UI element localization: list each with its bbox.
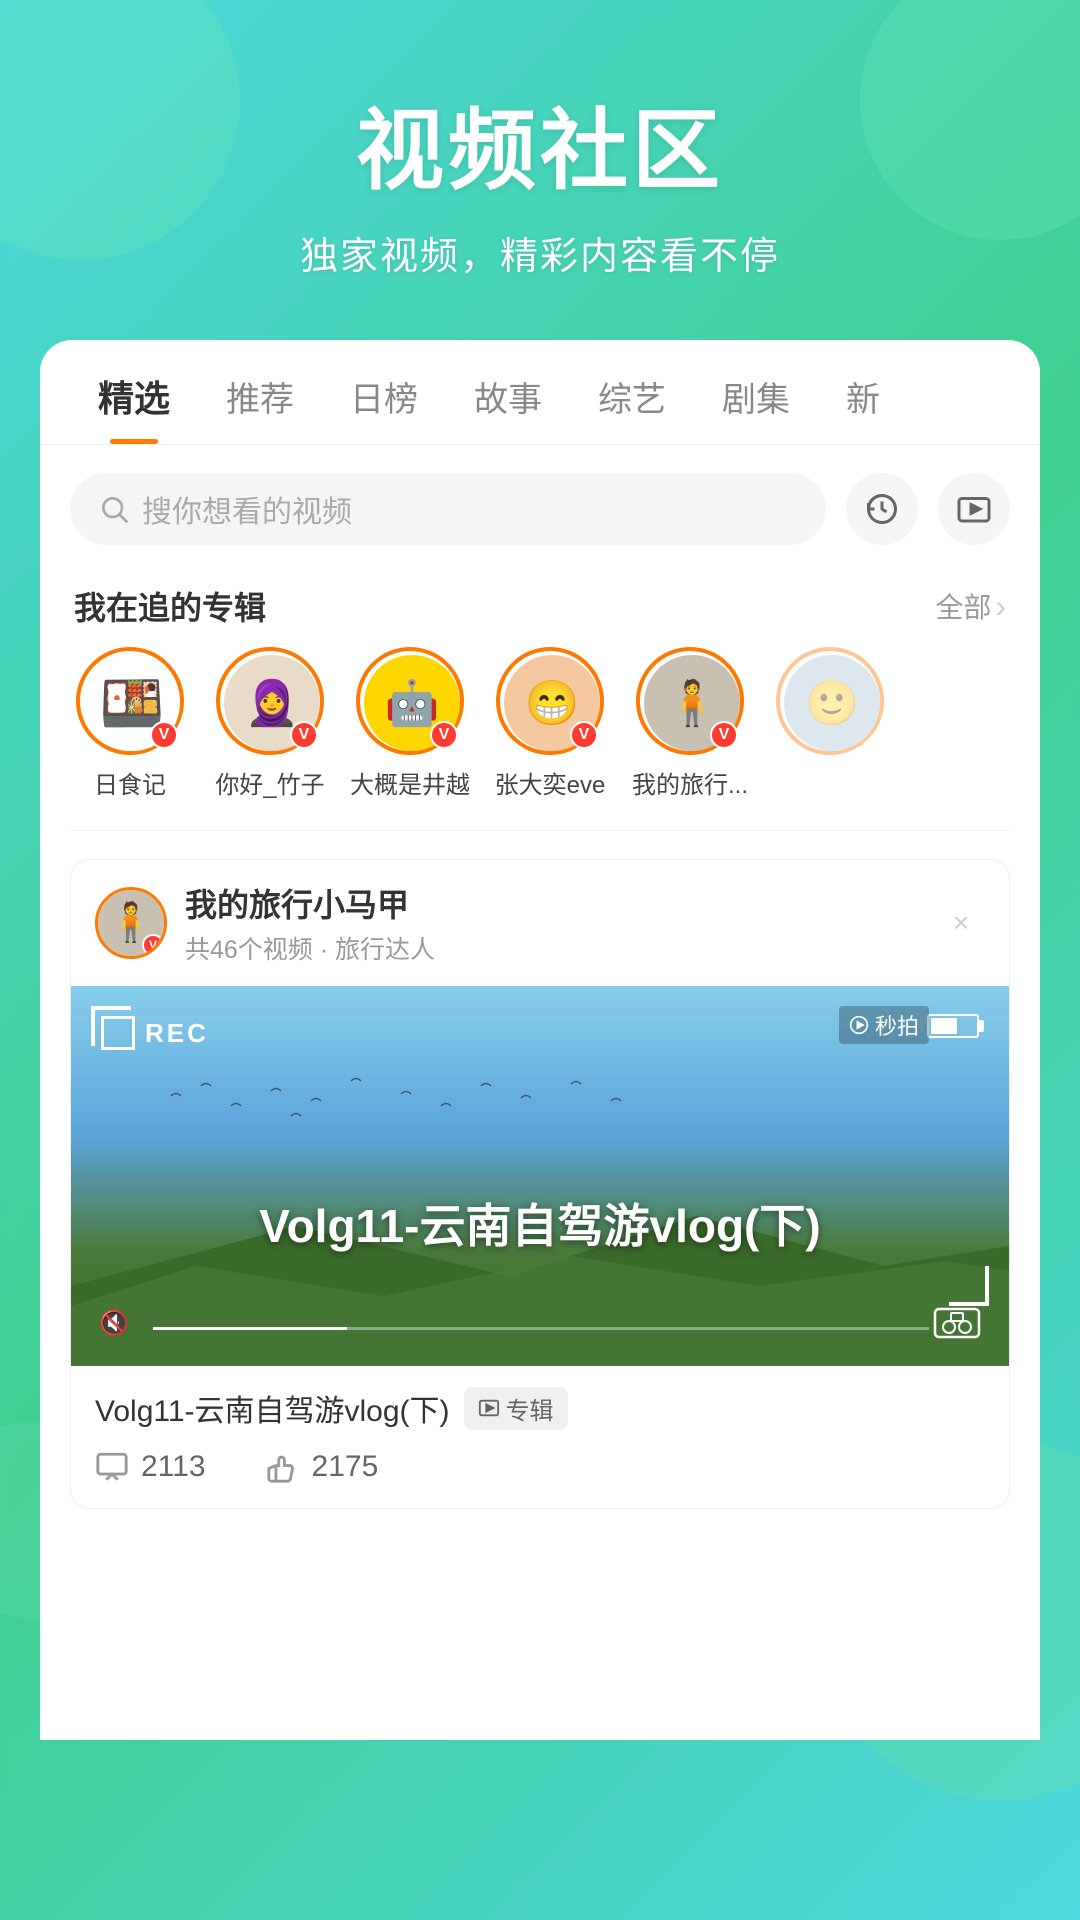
tab-story[interactable]: 故事 (446, 372, 570, 443)
search-placeholder: 搜你想看的视频 (142, 487, 352, 531)
birds-decoration (151, 1066, 651, 1146)
more-label: 全部 (935, 586, 991, 626)
video-info-row: Volg11-云南自驾游vlog(下) 专辑 (71, 1366, 1009, 1438)
divider (70, 830, 1010, 831)
battery-icon (927, 1014, 979, 1038)
video-folder-button[interactable] (938, 473, 1010, 545)
featured-meta: 共46个视频 · 旅行达人 (185, 930, 919, 966)
chevron-right-icon: › (995, 588, 1006, 625)
comment-icon (95, 1450, 129, 1484)
following-section-more[interactable]: 全部 › (935, 586, 1006, 626)
frame-corner-tl (91, 1006, 131, 1046)
tab-recommend[interactable]: 推荐 (198, 372, 322, 443)
search-icon (98, 493, 130, 525)
avatar-ring: 🤖 V (356, 647, 464, 755)
history-button[interactable] (846, 473, 918, 545)
avatar-ring: 🧍 V (636, 647, 744, 755)
search-box[interactable]: 搜你想看的视频 (70, 473, 826, 545)
tab-featured[interactable]: 精选 (70, 370, 198, 444)
page-subtitle: 独家视频，精彩内容看不停 (0, 225, 1080, 280)
video-tag-label: 专辑 (506, 1391, 554, 1426)
watermark: 秒拍 (839, 1006, 929, 1044)
progress-bar[interactable] (153, 1327, 929, 1330)
list-item[interactable]: 🤖 V 大概是井越 (340, 647, 480, 800)
list-item[interactable]: 🙂 (760, 647, 900, 800)
avatar: 🙂 (784, 655, 880, 751)
play-circle-icon (849, 1015, 869, 1035)
play-small-icon (478, 1397, 500, 1419)
search-row: 搜你想看的视频 (40, 445, 1040, 573)
battery-tip (979, 1020, 984, 1032)
featured-verified-badge: V (142, 934, 164, 956)
featured-card: 🧍 V 我的旅行小马甲 共46个视频 · 旅行达人 × REC (70, 859, 1010, 1509)
frame-corner-br (949, 1266, 989, 1306)
video-title: Volg11-云南自驾游vlog(下) (71, 1190, 1009, 1256)
mute-icon: 🔇 (99, 1309, 129, 1338)
vhs-icon (933, 1305, 981, 1346)
verified-badge: V (430, 721, 458, 749)
close-icon: × (953, 907, 969, 939)
list-item[interactable]: 🧕 V 你好_竹子 (200, 647, 340, 800)
battery-indicator (927, 1014, 979, 1038)
video-info-title: Volg11-云南自驾游vlog(下) (95, 1386, 450, 1430)
avatar-ring: 😁 V (496, 647, 604, 755)
avatar-ring: 🧕 V (216, 647, 324, 755)
verified-badge: V (290, 721, 318, 749)
avatar-ring: 🙂 (776, 647, 884, 755)
list-item[interactable]: 😁 V 张大奕eve (480, 647, 620, 800)
page-title: 视频社区 (0, 80, 1080, 207)
like-stat: 2175 (266, 1450, 379, 1484)
featured-name: 我的旅行小马甲 (185, 880, 919, 926)
tab-series[interactable]: 剧集 (694, 372, 818, 443)
video-folder-icon (956, 491, 992, 527)
avatar-label: 我的旅行... (625, 765, 755, 800)
following-list: 🍱 V 日食记 🧕 V 你好_竹子 🤖 V 大概是 (40, 647, 1040, 830)
stats-row: 2113 2175 (71, 1438, 1009, 1508)
nav-tabs: 精选 推荐 日榜 故事 综艺 剧集 新 (40, 340, 1040, 445)
battery-fill (931, 1018, 957, 1034)
avatar-label: 大概是井越 (345, 765, 475, 800)
verified-badge: V (150, 721, 178, 749)
video-tag: 专辑 (464, 1387, 568, 1430)
list-item[interactable]: 🍱 V 日食记 (60, 647, 200, 800)
watermark-content: 秒拍 (839, 1006, 929, 1044)
list-item[interactable]: 🧍 V 我的旅行... (620, 647, 760, 800)
tab-ranking[interactable]: 日榜 (322, 372, 446, 443)
verified-badge: V (570, 721, 598, 749)
verified-badge: V (710, 721, 738, 749)
featured-avatar: 🧍 V (95, 887, 167, 959)
main-card: 精选 推荐 日榜 故事 综艺 剧集 新 搜你想看的视频 (40, 340, 1040, 1740)
featured-header: 🧍 V 我的旅行小马甲 共46个视频 · 旅行达人 × (71, 860, 1009, 986)
like-icon (266, 1450, 300, 1484)
video-thumbnail[interactable]: REC 秒拍 (71, 986, 1009, 1366)
avatar-label: 你好_竹子 (205, 765, 335, 800)
mute-control[interactable]: 🔇 (99, 1309, 129, 1338)
following-section-title: 我在追的专辑 (74, 583, 266, 629)
comment-stat: 2113 (95, 1450, 206, 1484)
close-button[interactable]: × (937, 899, 985, 947)
avatar-label: 张大奕eve (485, 765, 615, 800)
rec-text: REC (145, 1018, 209, 1049)
like-count: 2175 (312, 1450, 379, 1484)
featured-info: 我的旅行小马甲 共46个视频 · 旅行达人 (185, 880, 919, 966)
vhs-svg (933, 1305, 981, 1341)
avatar-ring: 🍱 V (76, 647, 184, 755)
avatar-label: 日食记 (65, 765, 195, 800)
tab-new[interactable]: 新 (818, 372, 908, 443)
progress-fill (153, 1327, 347, 1330)
tab-variety[interactable]: 综艺 (570, 372, 694, 443)
comment-count: 2113 (141, 1450, 206, 1484)
history-icon (864, 491, 900, 527)
header: 视频社区 独家视频，精彩内容看不停 (0, 0, 1080, 340)
following-section-header: 我在追的专辑 全部 › (40, 573, 1040, 647)
